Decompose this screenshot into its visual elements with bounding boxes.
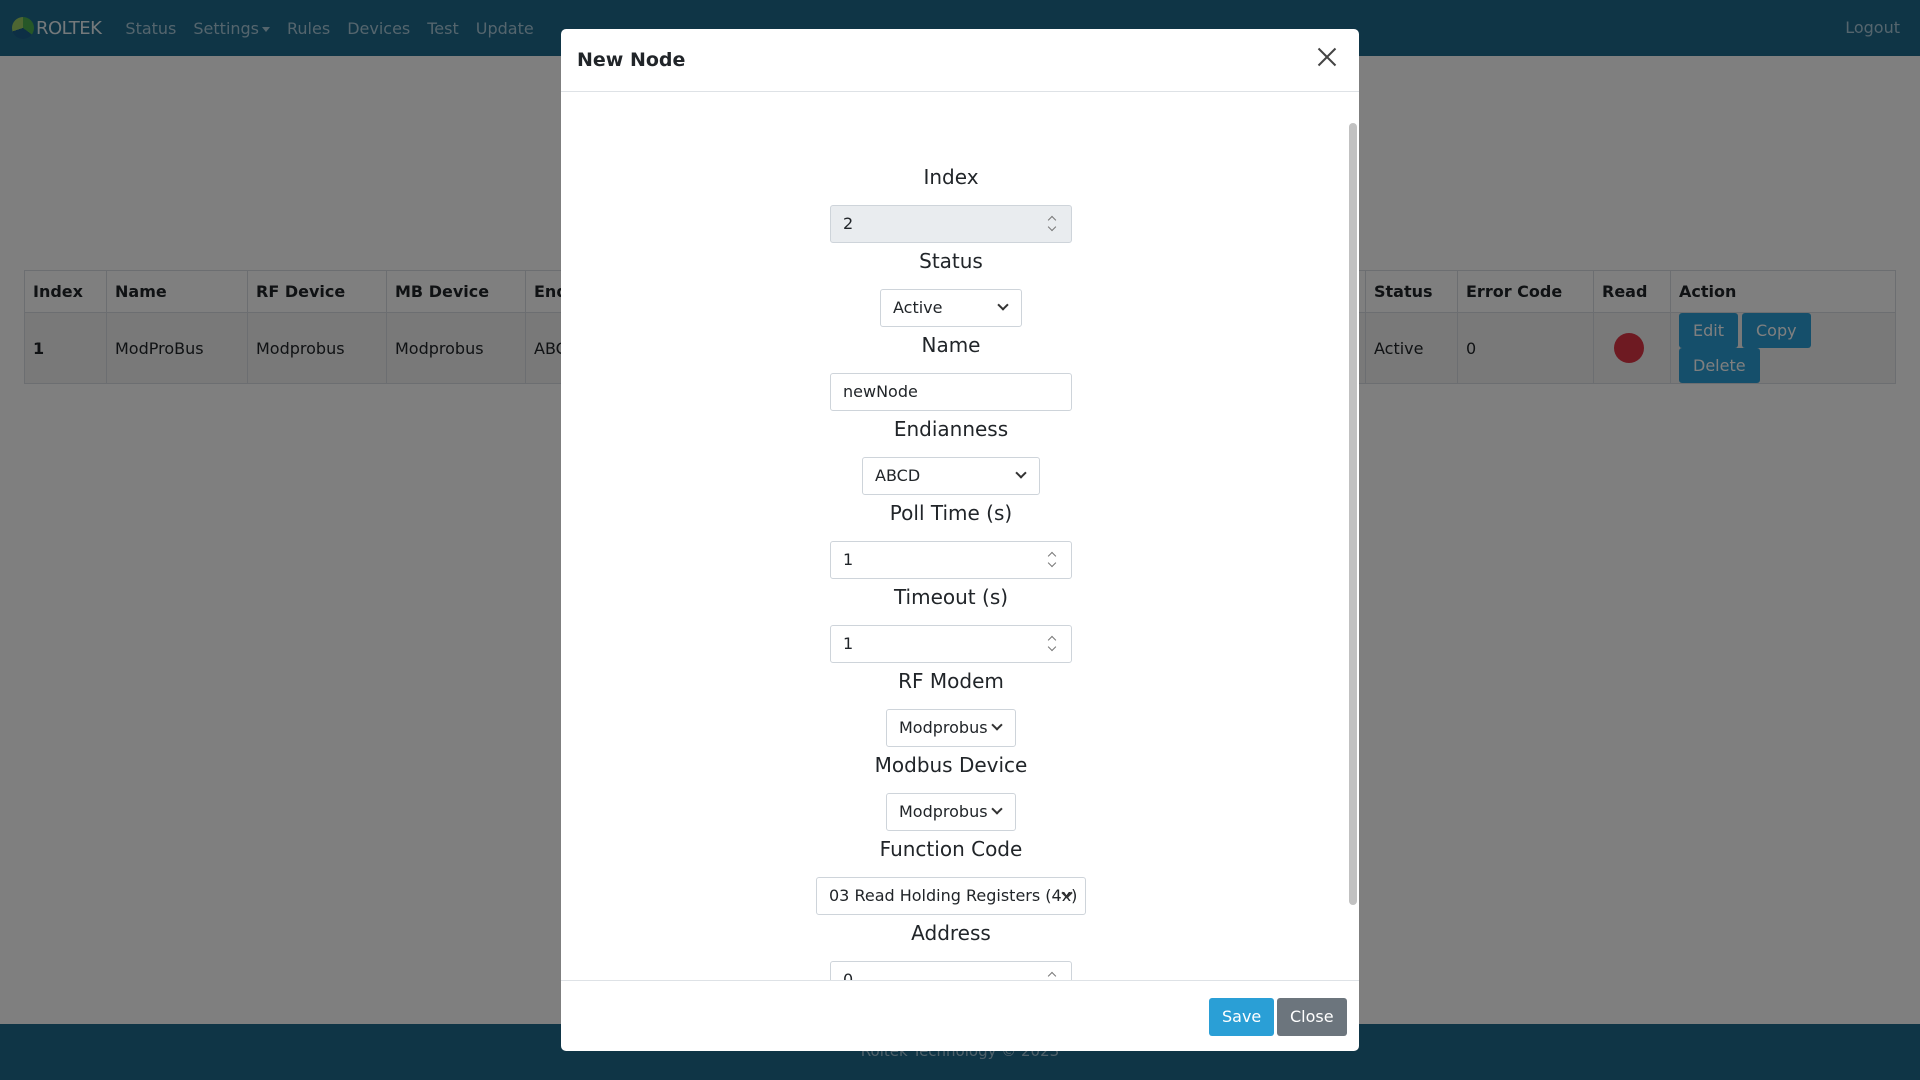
function-code-value: 03 Read Holding Registers (4x) [829, 886, 1078, 905]
modbus-device-label: Modbus Device [874, 753, 1028, 777]
address-value: 0 [843, 970, 854, 980]
modal-body[interactable]: Index 2 Status Active Name newNode Endia… [561, 92, 1359, 980]
rf-modem-select[interactable]: Modprobus [886, 709, 1016, 747]
name-label: Name [921, 333, 981, 357]
chevron-down-icon [991, 719, 1003, 731]
field-modbus-device: Modbus Device Modprobus [561, 752, 1341, 831]
spinner-icon [1049, 217, 1057, 231]
modal-header: New Node [561, 29, 1359, 92]
field-address: Address 0 [561, 920, 1341, 980]
index-value: 2 [843, 214, 854, 233]
field-name: Name newNode [561, 332, 1341, 411]
function-code-label: Function Code [879, 837, 1023, 861]
save-button[interactable]: Save [1209, 998, 1275, 1036]
poll-time-label: Poll Time (s) [889, 501, 1013, 525]
field-poll-time: Poll Time (s) 1 [561, 500, 1341, 579]
field-rf-modem: RF Modem Modprobus [561, 668, 1341, 747]
endianness-value: ABCD [875, 466, 921, 485]
spinner-icon[interactable] [1049, 973, 1057, 980]
close-icon[interactable] [1315, 45, 1339, 69]
status-value: Active [893, 298, 943, 317]
chevron-down-icon [991, 803, 1003, 815]
modal-title: New Node [577, 49, 686, 71]
spinner-icon[interactable] [1049, 637, 1057, 651]
endianness-select[interactable]: ABCD [862, 457, 1040, 495]
timeout-input[interactable]: 1 [830, 625, 1072, 663]
field-status: Status Active [561, 248, 1341, 327]
field-index: Index 2 [561, 164, 1341, 243]
field-timeout: Timeout (s) 1 [561, 584, 1341, 663]
chevron-down-icon [1015, 467, 1027, 479]
endianness-label: Endianness [893, 417, 1009, 441]
close-button[interactable]: Close [1277, 998, 1347, 1036]
function-code-select[interactable]: 03 Read Holding Registers (4x) [816, 877, 1086, 915]
new-node-modal: New Node Index 2 Status Active Name newN… [561, 29, 1359, 1051]
modbus-device-select[interactable]: Modprobus [886, 793, 1016, 831]
address-input[interactable]: 0 [830, 961, 1072, 980]
name-value: newNode [843, 382, 918, 401]
index-label: Index [923, 165, 979, 189]
spinner-icon[interactable] [1049, 553, 1057, 567]
rf-modem-value: Modprobus [899, 718, 988, 737]
field-function-code: Function Code 03 Read Holding Registers … [561, 836, 1341, 915]
status-label: Status [919, 249, 983, 273]
chevron-down-icon [997, 299, 1009, 311]
index-input[interactable]: 2 [830, 205, 1072, 243]
poll-time-input[interactable]: 1 [830, 541, 1072, 579]
address-label: Address [911, 921, 991, 945]
timeout-label: Timeout (s) [893, 585, 1009, 609]
status-select[interactable]: Active [880, 289, 1022, 327]
modbus-device-value: Modprobus [899, 802, 988, 821]
poll-time-value: 1 [843, 550, 854, 569]
rf-modem-label: RF Modem [898, 669, 1004, 693]
modal-footer: Save Close [561, 980, 1359, 1051]
modal-scrollbar[interactable] [1349, 123, 1357, 905]
field-endianness: Endianness ABCD [561, 416, 1341, 495]
timeout-value: 1 [843, 634, 854, 653]
name-input[interactable]: newNode [830, 373, 1072, 411]
